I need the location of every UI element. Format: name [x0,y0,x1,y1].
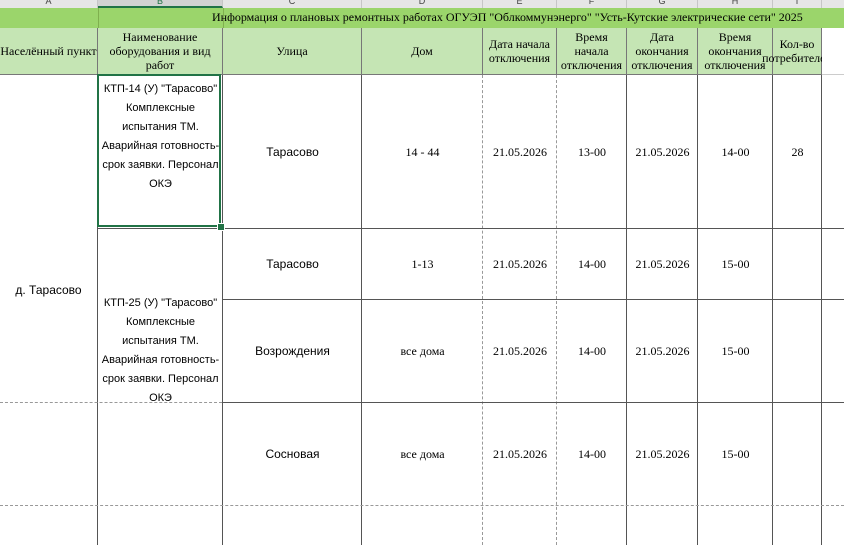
house-cell[interactable]: 14 - 44 [362,75,483,228]
header-start-time[interactable]: Время начала отключения [557,28,627,75]
start-date-cell[interactable]: 21.05.2026 [483,228,557,299]
header-empty-cell[interactable] [822,28,844,75]
start-time-cell[interactable]: 14-00 [557,402,627,505]
column-header-c[interactable]: C [223,0,362,8]
start-date-cell[interactable]: 21.05.2026 [483,299,557,402]
column-header-e[interactable]: E [483,0,557,8]
end-date-cell[interactable]: 21.05.2026 [627,299,698,402]
end-time-cell[interactable]: 15-00 [698,228,773,299]
header-start-date[interactable]: Дата начала отключения [483,28,557,75]
start-date-cell[interactable]: 21.05.2026 [483,402,557,505]
column-header-f[interactable]: F [557,0,627,8]
column-header-i[interactable]: I [773,0,822,8]
house-cell[interactable]: 1-13 [362,228,483,299]
street-cell[interactable]: Возрождения [223,299,362,402]
start-time-cell[interactable]: 13-00 [557,75,627,228]
column-header-d[interactable]: D [362,0,483,8]
consumers-cell[interactable]: 28 [773,75,822,228]
equipment-cell-2[interactable]: КТП-25 (У) "Тарасово" Комплексные испыта… [98,294,223,408]
column-header-b[interactable]: B [98,0,223,8]
street-cell[interactable]: Сосновая [223,402,362,505]
house-cell[interactable]: все дома [362,299,483,402]
end-date-cell[interactable]: 21.05.2026 [627,228,698,299]
header-consumers[interactable]: Кол-во потребителей [762,28,832,75]
sheet-title[interactable]: Информация о плановых ремонтных работах … [212,10,832,24]
column-header-h[interactable]: H [698,0,773,8]
header-end-date[interactable]: Дата окончания отключения [627,28,698,75]
header-street[interactable]: Улица [223,28,362,75]
column-header-g[interactable]: G [627,0,698,8]
end-time-cell[interactable]: 14-00 [698,75,773,228]
header-equipment[interactable]: Наименование оборудования и вид работ [98,28,223,75]
header-settlement[interactable]: Населённый пункт [0,28,98,75]
start-time-cell[interactable]: 14-00 [557,299,627,402]
start-date-cell[interactable]: 21.05.2026 [483,75,557,228]
grid-line [0,505,844,506]
settlement-cell[interactable]: д. Тарасово [0,75,97,505]
header-house[interactable]: Дом [362,28,483,75]
end-time-cell[interactable]: 15-00 [698,402,773,505]
column-header-bar: A B C D E F G H I [0,0,844,8]
column-header-a[interactable]: A [0,0,98,8]
end-time-cell[interactable]: 15-00 [698,299,773,402]
end-date-cell[interactable]: 21.05.2026 [627,75,698,228]
street-cell[interactable]: Тарасово [223,75,362,228]
end-date-cell[interactable]: 21.05.2026 [627,402,698,505]
house-cell[interactable]: все дома [362,402,483,505]
active-cell-selection [97,74,221,227]
start-time-cell[interactable]: 14-00 [557,228,627,299]
street-cell[interactable]: Тарасово [223,228,362,299]
